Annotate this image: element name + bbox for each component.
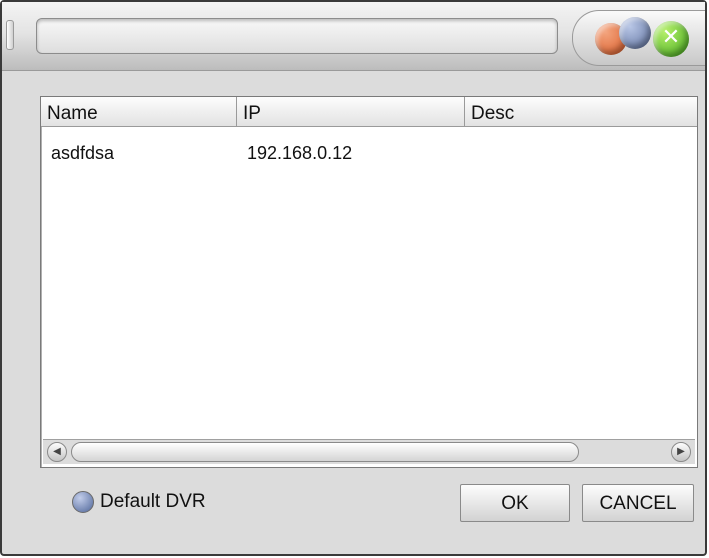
radio-button-icon[interactable] xyxy=(72,491,94,513)
scroll-left-icon[interactable]: ◀ xyxy=(47,442,67,462)
cancel-button[interactable]: CANCEL xyxy=(582,484,694,522)
column-header-desc[interactable]: Desc xyxy=(465,97,697,127)
window-controls: ✕ xyxy=(572,10,705,66)
close-icon[interactable]: ✕ xyxy=(653,21,689,57)
maximize-icon[interactable] xyxy=(619,17,651,49)
row-name-cell: asdfdsa xyxy=(51,143,115,163)
list-header: Name IP Desc xyxy=(41,97,697,129)
title-field xyxy=(36,18,558,54)
row-ip-cell: 192.168.0.12 xyxy=(247,143,353,163)
ok-button[interactable]: OK xyxy=(460,484,570,522)
scroll-right-icon[interactable]: ▶ xyxy=(671,442,691,462)
dvr-list[interactable]: Name IP Desc asdfdsa 192.168.0.12 ◀ ▶ xyxy=(40,96,698,468)
dvr-dialog: ✕ Name IP Desc asdfdsa 192.168.0.12 ◀ ▶ … xyxy=(0,0,707,556)
drag-grip-icon[interactable] xyxy=(6,20,14,50)
column-header-ip[interactable]: IP xyxy=(237,97,465,127)
default-dvr-label: Default DVR xyxy=(100,491,206,512)
title-bar[interactable]: ✕ xyxy=(2,2,705,71)
horizontal-scrollbar[interactable]: ◀ ▶ xyxy=(43,439,695,464)
scrollbar-thumb[interactable] xyxy=(71,442,579,462)
column-header-name[interactable]: Name xyxy=(41,97,237,127)
list-row[interactable]: asdfdsa 192.168.0.12 xyxy=(41,137,697,163)
